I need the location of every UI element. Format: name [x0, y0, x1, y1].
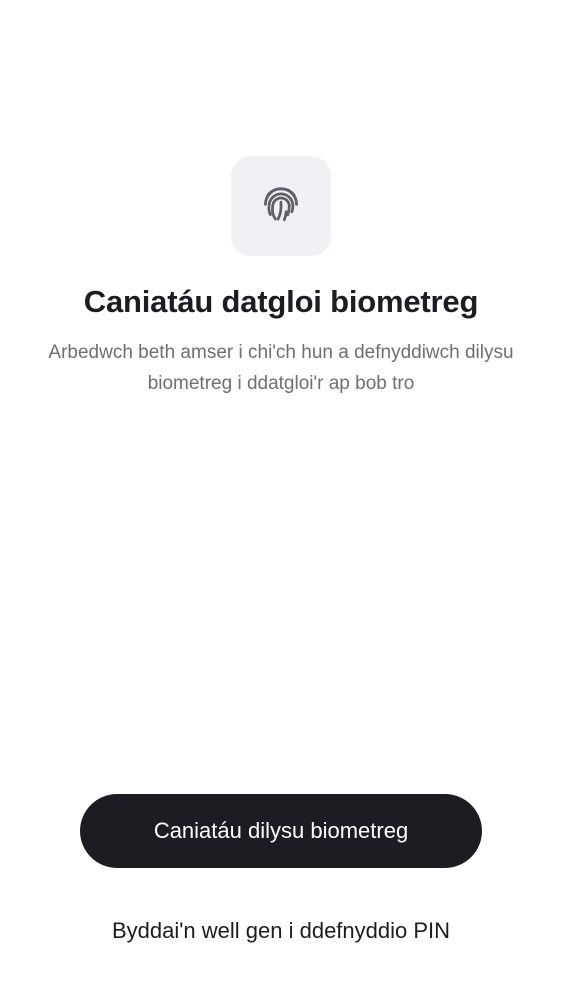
allow-biometric-button-label: Caniatáu dilysu biometreg [153, 818, 409, 843]
fingerprint-icon-tile [231, 156, 331, 256]
use-pin-link[interactable]: Byddai'n well gen i ddefnyddio PIN [0, 914, 562, 948]
fingerprint-icon [259, 182, 303, 231]
page-description: Arbedwch beth amser i chi'ch hun a defny… [48, 342, 514, 394]
page-title: Caniatáu datgloi biometreg [83, 284, 479, 319]
allow-biometric-button[interactable]: Caniatáu dilysu biometreg [80, 794, 482, 868]
